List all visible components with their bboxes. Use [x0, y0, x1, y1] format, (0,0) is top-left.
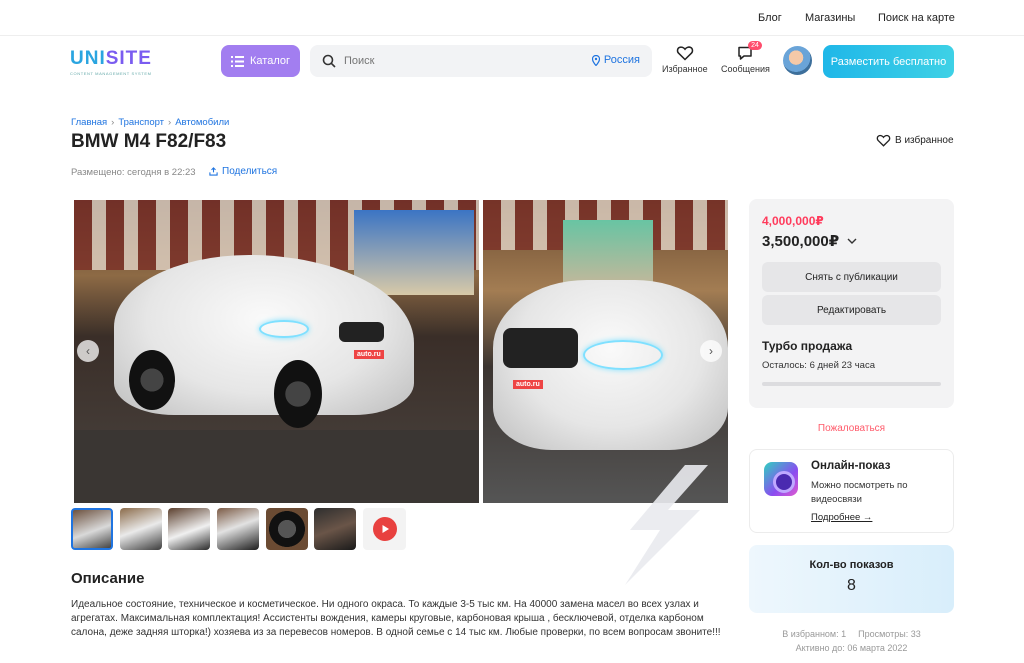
logo-text-a: UNI — [70, 48, 106, 69]
main-photo[interactable]: auto.ru — [74, 200, 479, 503]
breadcrumb-cars[interactable]: Автомобили — [175, 117, 229, 128]
unpublish-button[interactable]: Снять с публикации — [762, 262, 941, 292]
search-bar: Россия — [310, 45, 652, 77]
car-headlight — [259, 320, 309, 338]
heart-icon — [676, 46, 694, 61]
logo-text-b: SITE — [105, 48, 152, 69]
photo-thumbnail-6[interactable] — [314, 508, 356, 550]
turbo-remaining: Осталось: 6 дней 23 часа — [762, 360, 875, 371]
link-blog[interactable]: Блог — [758, 12, 782, 24]
logo-tagline: CONTENT MANAGEMENT SYSTEM — [70, 71, 152, 76]
online-show-title: Онлайн-показ — [811, 460, 891, 472]
messages-count-badge: 24 — [748, 41, 762, 50]
post-ad-button[interactable]: Разместить бесплатно — [823, 45, 954, 78]
messages-button[interactable]: 24 Сообщения — [721, 41, 770, 74]
car-grille — [339, 322, 384, 342]
favorites-stat: В избранном: 1 — [782, 629, 847, 639]
photo-thumbnail-1[interactable] — [71, 508, 113, 550]
play-icon — [372, 517, 397, 541]
breadcrumb: Главная › Транспорт › Автомобили — [71, 117, 229, 128]
search-icon — [322, 54, 336, 68]
online-show-card: Онлайн-показ Можно посмотреть по видеосв… — [749, 449, 954, 533]
lightning-bolt-decoration — [625, 465, 708, 585]
chevron-left-icon: ‹ — [86, 344, 90, 358]
license-plate: auto.ru — [354, 350, 384, 359]
messages-label: Сообщения — [721, 64, 770, 74]
second-photo[interactable]: auto.ru — [483, 200, 728, 503]
video-thumbnail[interactable] — [363, 508, 406, 550]
views-title: Кол-во показов — [809, 559, 894, 571]
breadcrumb-separator: › — [111, 117, 115, 128]
views-count: 8 — [847, 577, 856, 594]
turbo-progress-bar — [762, 382, 941, 386]
views-stat: Просмотры: 33 — [858, 629, 921, 639]
page-title: BMW M4 F82/F83 — [71, 131, 227, 152]
shop-window — [354, 210, 474, 295]
catalog-button[interactable]: Каталог — [221, 45, 300, 77]
favorites-button[interactable]: Избранное — [662, 44, 708, 74]
catalog-label: Каталог — [250, 55, 290, 67]
online-show-text: Можно посмотреть по видеосвязи — [811, 480, 908, 505]
photo-thumbnail-2[interactable] — [120, 508, 162, 550]
region-label: Россия — [603, 54, 640, 66]
link-map-search[interactable]: Поиск на карте — [878, 12, 955, 24]
price-value: 3,500,000₽ — [762, 233, 840, 250]
location-pin-icon — [591, 54, 600, 66]
license-plate: auto.ru — [513, 380, 543, 389]
add-to-favorites-label: В избранное — [895, 134, 954, 146]
next-photo-button[interactable]: › — [700, 340, 722, 362]
report-link[interactable]: Пожаловаться — [749, 423, 954, 434]
breadcrumb-transport[interactable]: Транспорт — [118, 117, 164, 128]
chevron-right-icon: › — [709, 344, 713, 358]
car-wheel — [274, 360, 322, 428]
views-card: Кол-во показов 8 — [749, 545, 954, 613]
listing-stats: В избранном: 1 Просмотры: 33 Активно до: … — [749, 627, 954, 655]
photo-thumbnail-4[interactable] — [217, 508, 259, 550]
link-shops[interactable]: Магазины — [805, 12, 855, 24]
menu-list-icon — [231, 55, 244, 67]
add-to-favorites-button[interactable]: В избранное — [876, 133, 954, 147]
video-camera-icon — [764, 462, 798, 496]
breadcrumb-home[interactable]: Главная — [71, 117, 107, 128]
turbo-sale-title: Турбо продажа — [762, 339, 853, 353]
road — [74, 430, 479, 503]
breadcrumb-separator: › — [168, 117, 172, 128]
search-input[interactable] — [344, 55, 574, 67]
top-bar: Блог Магазины Поиск на карте — [0, 0, 1024, 36]
share-button[interactable]: Поделиться — [209, 166, 277, 177]
favorites-label: Избранное — [662, 64, 708, 74]
photo-thumbnail-3[interactable] — [168, 508, 210, 550]
share-label: Поделиться — [222, 166, 278, 177]
online-show-more-link[interactable]: Подробнее → — [811, 512, 872, 523]
description-title: Описание — [71, 570, 145, 587]
description-text: Идеальное состояние, техническое и косме… — [71, 599, 721, 638]
price[interactable]: 3,500,000₽ — [762, 232, 857, 250]
header: UNISITE CONTENT MANAGEMENT SYSTEM Катало… — [0, 36, 1024, 92]
user-avatar[interactable] — [783, 46, 812, 75]
posted-date: Размещено: сегодня в 22:23 — [71, 167, 196, 178]
heart-icon — [876, 134, 891, 147]
active-until: Активно до: 06 марта 2022 — [795, 643, 908, 653]
edit-button[interactable]: Редактировать — [762, 295, 941, 325]
prev-photo-button[interactable]: ‹ — [77, 340, 99, 362]
car-headlight — [583, 340, 663, 370]
region-selector[interactable]: Россия — [591, 54, 640, 66]
logo[interactable]: UNISITE CONTENT MANAGEMENT SYSTEM — [70, 48, 170, 82]
car-wheel — [129, 350, 175, 410]
chevron-down-icon — [847, 238, 857, 244]
car-grille — [503, 328, 578, 368]
old-price: 4,000,000₽ — [762, 214, 824, 228]
share-icon — [209, 167, 218, 176]
photo-thumbnail-5[interactable] — [266, 508, 308, 550]
price-card: 4,000,000₽ 3,500,000₽ Снять с публикации… — [749, 199, 954, 408]
